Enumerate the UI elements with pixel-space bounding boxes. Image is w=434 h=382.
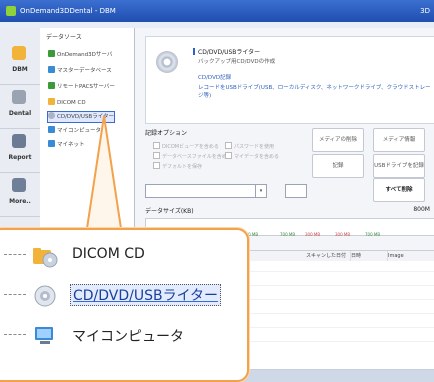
zoom-item-label: CD/DVD/USBライター bbox=[70, 284, 222, 306]
zoom-item-dicom-cd[interactable]: DICOM CD bbox=[0, 236, 247, 276]
zoom-item-cd-dvd-usb-writer[interactable]: CD/DVD/USBライター bbox=[0, 276, 247, 316]
zoom-item-my-computer[interactable]: マイコンピュータ bbox=[0, 316, 247, 356]
zoom-item-label: DICOM CD bbox=[72, 246, 145, 262]
folder-disc-icon bbox=[32, 244, 58, 268]
zoom-item-label: マイコンピュータ bbox=[72, 329, 184, 345]
computer-icon bbox=[32, 324, 58, 348]
disc-icon bbox=[32, 284, 58, 308]
zoom-panel: DICOM CD CD/DVD/USBライター マイコンピュータ bbox=[0, 228, 249, 382]
